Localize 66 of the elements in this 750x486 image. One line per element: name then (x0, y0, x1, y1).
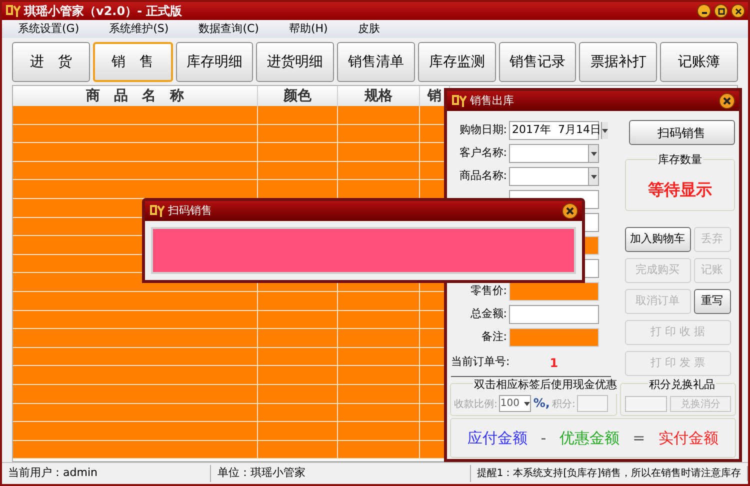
dialog-title: 扫码销售 (168, 202, 212, 219)
toolbar-button[interactable]: 销售记录 (498, 42, 576, 82)
status-text: 提醒1：本系统支持[负库存]销售，所以在销售时请注意库存 (470, 466, 748, 481)
close-icon (723, 97, 731, 105)
input-field[interactable] (509, 282, 599, 301)
minimize-button[interactable] (697, 4, 711, 18)
menu-item[interactable]: 系统设置(G) (18, 20, 80, 38)
stock-status: 等待显示 (648, 179, 712, 201)
logo-icon (451, 94, 467, 108)
maximize-button[interactable] (714, 4, 728, 18)
toolbar-button[interactable]: 库存明细 (176, 42, 254, 82)
points-label: 积分: (552, 398, 576, 412)
input-field[interactable] (509, 328, 599, 347)
percent-sign: %, (533, 395, 550, 412)
menu-item[interactable]: 皮肤 (358, 20, 380, 38)
date-value: 2017年 7月14日 (512, 122, 601, 138)
status-text: 单位：琪瑶小管家 (211, 465, 471, 482)
close-button[interactable] (731, 4, 745, 18)
field-label: 购物日期: (459, 122, 507, 138)
summary-text: 优惠金额 (559, 428, 620, 449)
order-label: 当前订单号: (451, 354, 510, 370)
toolbar-button[interactable]: 进 货 (12, 42, 90, 82)
points-field[interactable] (577, 395, 608, 412)
close-icon (566, 207, 574, 215)
barcode-input[interactable] (151, 227, 576, 274)
toolbar-button[interactable]: 销售清单 (337, 42, 415, 82)
close-icon (734, 8, 742, 14)
points-input[interactable] (625, 396, 667, 412)
dropdown-field[interactable] (509, 167, 599, 186)
field-label: 备注: (481, 329, 507, 346)
close-button[interactable] (562, 203, 578, 219)
toolbar-button[interactable]: 票据补打 (579, 42, 658, 82)
summary-text: = (632, 428, 646, 449)
order-number: 1 (550, 354, 558, 372)
group-title: 双击相应标签后使用现金优惠 (473, 377, 618, 394)
maximize-icon (718, 8, 724, 14)
ratio-dropdown[interactable]: 100 (499, 395, 532, 412)
action-button[interactable]: 重写 (694, 289, 731, 314)
caret-icon (590, 152, 596, 156)
window-title: 琪瑶小管家（v2.0）- 正式版 (24, 3, 182, 20)
toolbar-button[interactable]: 库存监测 (418, 42, 496, 82)
summary-text: - (540, 428, 546, 449)
toolbar-button[interactable]: 记账簿 (660, 42, 738, 82)
action-button[interactable]: 加入购物车 (624, 227, 691, 252)
field-label: 总金额: (470, 306, 507, 322)
scan-sale-button[interactable]: 扫码销售 (628, 120, 735, 145)
status-text: 当前用户：admin (2, 465, 212, 482)
menu-item[interactable]: 系统维护(S) (109, 20, 169, 38)
toolbar-button[interactable]: 销 售 (92, 42, 173, 82)
close-button[interactable] (719, 93, 735, 109)
logo-icon (5, 4, 21, 18)
summary-text: 实付金额 (658, 428, 718, 449)
field-label: 零售价: (470, 283, 507, 300)
logo-icon (149, 204, 165, 218)
toolbar-button[interactable]: 进货明细 (256, 42, 334, 82)
field-label: 商品名称: (459, 168, 507, 184)
summary-text: 应付金额 (468, 428, 528, 449)
caret-icon (524, 402, 530, 406)
dialog-title: 销售出库 (470, 92, 514, 109)
input-field[interactable] (509, 305, 599, 324)
ratio-label: 收款比例: (454, 398, 498, 412)
ratio-value: 100 (500, 397, 520, 411)
field-label: 客户名称: (459, 145, 507, 162)
menu-item[interactable]: 帮助(H) (288, 20, 328, 38)
dropdown-field[interactable] (509, 144, 599, 163)
menu-item[interactable]: 数据查询(C) (198, 20, 259, 38)
